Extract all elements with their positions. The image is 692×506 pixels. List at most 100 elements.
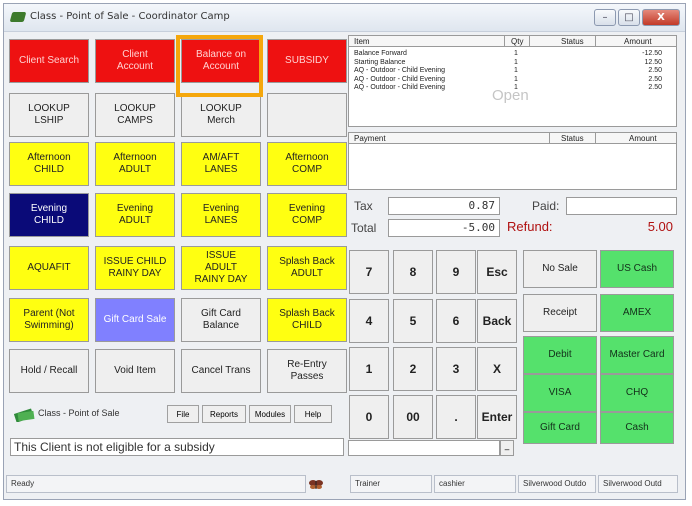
visa-button[interactable]: VISA [523,374,597,412]
am-aft-lanes-button[interactable]: AM/AFT LANES [181,142,261,186]
amount-entry-field[interactable] [348,440,500,456]
item-amount: 12.50 [644,58,662,66]
modules-menu-button[interactable]: Modules [249,405,291,423]
splash-back-child-button[interactable]: Splash Back CHILD [267,298,347,342]
evening-comp-button[interactable]: Evening COMP [267,193,347,237]
void-item-button[interactable]: Void Item [95,349,175,393]
status-location-1: Silverwood Outdo [518,475,596,493]
re-entry-passes-button[interactable]: Re-Entry Passes [267,349,347,393]
col-payment-amount: Amount [629,134,657,143]
minimize-icon[interactable]: – [594,9,616,26]
item-name: AQ - Outdoor - Child Evening [354,67,446,75]
item-qty: 1 [514,58,518,66]
multiply-key[interactable]: X [477,347,517,391]
col-status: Status [561,37,584,46]
item-amount: 2.50 [648,75,662,83]
paid-value [566,197,677,215]
splash-back-adult-button[interactable]: Splash Back ADULT [267,246,347,290]
client-search-button[interactable]: Client Search [9,39,89,83]
enter-key[interactable]: Enter [477,395,517,439]
maximize-icon[interactable]: □ [618,9,640,26]
hold-recall-button[interactable]: Hold / Recall [9,349,89,393]
digit-6-key[interactable]: 6 [436,299,476,343]
master-card-button[interactable]: Master Card [600,336,674,374]
butterfly-icon [308,476,324,490]
total-value: -5.00 [388,219,500,237]
evening-child-button[interactable]: Evening CHILD [9,193,89,237]
afternoon-child-button[interactable]: Afternoon CHILD [9,142,89,186]
item-name: Balance Forward [354,50,407,57]
col-qty: Qty [511,37,524,46]
gift-card-sale-button[interactable]: Gift Card Sale [95,298,175,342]
digit-2-key[interactable]: 2 [393,347,433,391]
open-watermark: Open [492,87,529,104]
item-qty: 1 [514,75,518,83]
item-name: AQ - Outdoor - Child Evening [354,84,446,92]
cash-button[interactable]: Cash [600,412,674,444]
digit-9-key[interactable]: 9 [436,250,476,294]
evening-lanes-button[interactable]: Evening LANES [181,193,261,237]
refund-label: Refund: [507,219,553,234]
digit-5-key[interactable]: 5 [393,299,433,343]
us-cash-button[interactable]: US Cash [600,250,674,288]
item-qty: 1 [514,50,518,57]
client-account-button[interactable]: Client Account [95,39,175,83]
aquafit-button[interactable]: AQUAFIT [9,246,89,290]
cancel-trans-button[interactable]: Cancel Trans [181,349,261,393]
payment-table: Payment Status Amount [348,132,677,190]
lookup-merch-button[interactable]: LOOKUP Merch [181,93,261,137]
afternoon-comp-button[interactable]: Afternoon COMP [267,142,347,186]
help-menu-button[interactable]: Help [294,405,332,423]
item-name: AQ - Outdoor - Child Evening [354,75,446,83]
subsidy-button[interactable]: SUBSIDY [267,39,347,83]
escape-key[interactable]: Esc [477,250,517,294]
file-menu-button[interactable]: File [167,405,199,423]
message-bar: This Client is not eligible for a subsid… [10,438,344,456]
amex-button[interactable]: AMEX [600,294,674,332]
status-location-2: Silverwood Outd [598,475,678,493]
issue-adult-rainy-day-button[interactable]: ISSUE ADULT RAINY DAY [181,246,261,290]
item-amount: -12.50 [642,50,662,57]
digit-4-key[interactable]: 4 [349,299,389,343]
tax-label: Tax [354,199,373,213]
digit-8-key[interactable]: 8 [393,250,433,294]
receipt-button[interactable]: Receipt [523,294,597,332]
afternoon-adult-button[interactable]: Afternoon ADULT [95,142,175,186]
digit-3-key[interactable]: 3 [436,347,476,391]
title-bar[interactable]: Class - Point of Sale - Coordinator Camp… [4,4,685,32]
gift-card-balance-button[interactable]: Gift Card Balance [181,298,261,342]
blank-button [267,93,347,137]
item-amount: 2.50 [648,84,662,92]
tax-value: 0.87 [388,197,500,215]
entry-dropdown-icon[interactable]: _ [500,440,514,456]
lookup-camps-button[interactable]: LOOKUP CAMPS [95,93,175,137]
debit-button[interactable]: Debit [523,336,597,374]
toolbar-label: Class - Point of Sale [38,408,120,418]
lookup-lship-button[interactable]: LOOKUP LSHIP [9,93,89,137]
status-ready: Ready [6,475,306,493]
issue-child-rainy-day-button[interactable]: ISSUE CHILD RAINY DAY [95,246,175,290]
evening-adult-button[interactable]: Evening ADULT [95,193,175,237]
col-payment-status: Status [561,134,584,143]
col-amount: Amount [624,37,652,46]
col-item: Item [354,37,370,46]
highlight-box [176,35,263,97]
digit-0-key[interactable]: 0 [349,395,389,439]
backspace-key[interactable]: Back [477,299,517,343]
money-icon [13,407,36,423]
decimal-key[interactable]: . [436,395,476,439]
digit-1-key[interactable]: 1 [349,347,389,391]
gift-card-button[interactable]: Gift Card [523,412,597,444]
item-name: Starting Balance [354,58,406,66]
item-amount: 2.50 [648,67,662,75]
no-sale-button[interactable]: No Sale [523,250,597,288]
parent-not-swimming-button[interactable]: Parent (Not Swimming) [9,298,89,342]
item-qty: 1 [514,67,518,75]
chq-button[interactable]: CHQ [600,374,674,412]
total-label: Total [351,221,377,235]
digit-7-key[interactable]: 7 [349,250,389,294]
double-zero-key[interactable]: 00 [393,395,433,439]
reports-menu-button[interactable]: Reports [202,405,246,423]
items-table: Item Qty Status Amount Balance Forward 1 -… [348,35,677,127]
close-icon[interactable]: X [642,9,680,26]
